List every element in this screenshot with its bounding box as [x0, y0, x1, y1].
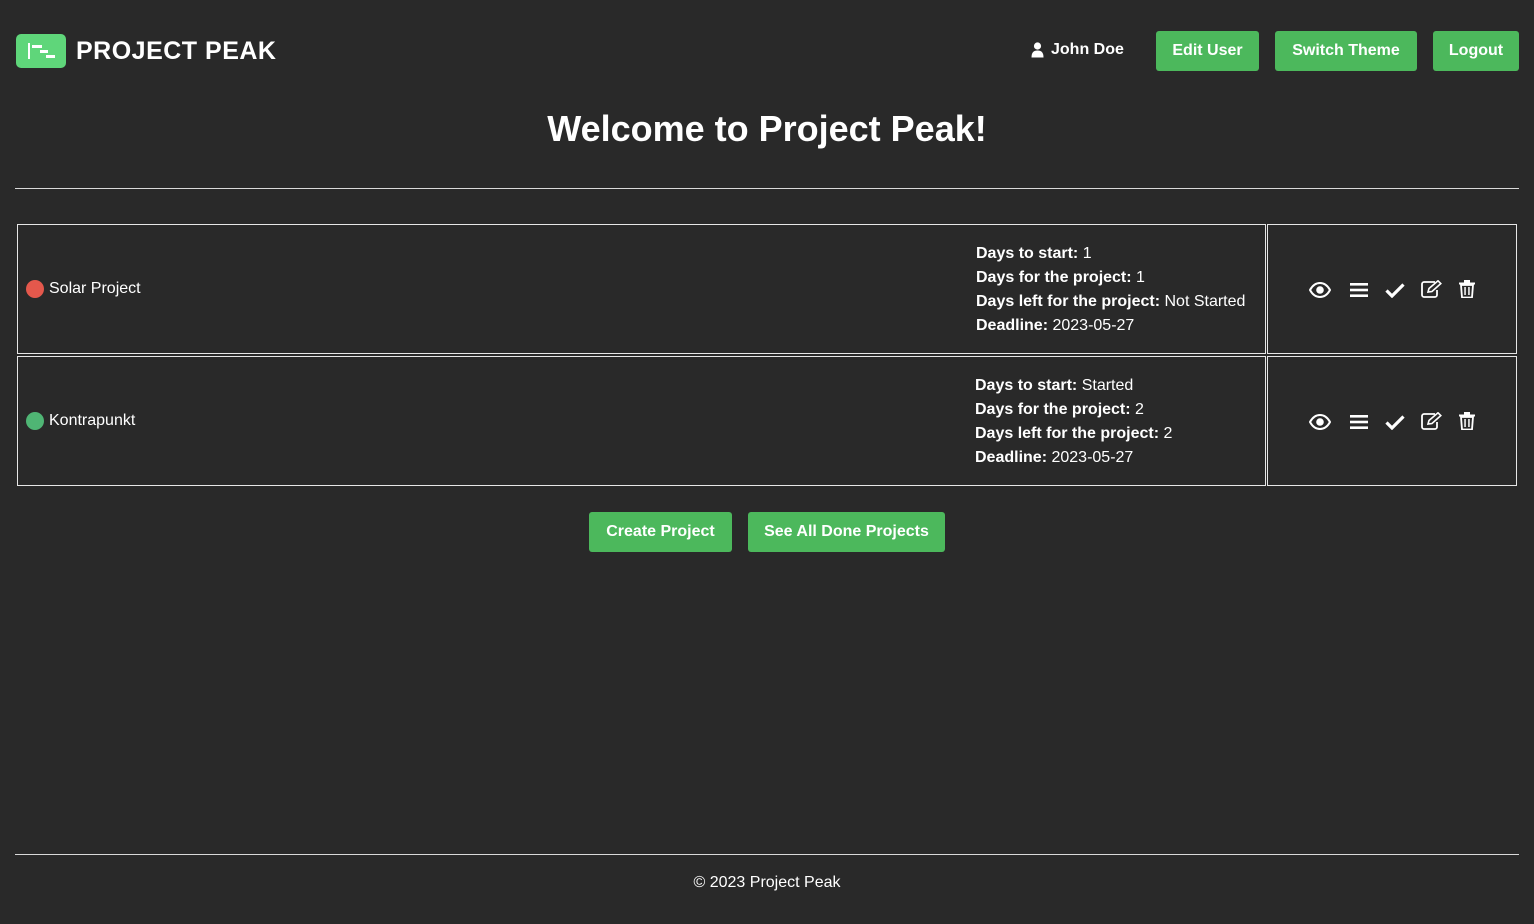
project-name[interactable]: Kontrapunkt — [26, 357, 135, 485]
deadline-value: 2023-05-27 — [1052, 317, 1135, 334]
deadline-value: 2023-05-27 — [1051, 449, 1134, 466]
logout-button[interactable]: Logout — [1433, 31, 1519, 71]
days-for-project: Days for the project: 1 — [976, 266, 1245, 290]
trash-icon[interactable] — [1459, 280, 1475, 298]
eye-icon[interactable] — [1309, 414, 1331, 430]
trash-icon[interactable] — [1459, 412, 1475, 430]
edit-user-button[interactable]: Edit User — [1156, 31, 1259, 71]
days-to-start: Days to start: Started — [975, 374, 1172, 398]
project-details: Days to start: Started Days for the proj… — [975, 374, 1172, 470]
days-left-label: Days left for the project: — [976, 293, 1161, 310]
footer-text: © 2023 Project Peak — [693, 874, 841, 891]
user-display: John Doe — [1031, 41, 1124, 59]
gantt-logo-icon — [16, 34, 66, 68]
days-left-value: 2 — [1163, 425, 1173, 442]
project-name-label: Kontrapunkt — [49, 412, 136, 429]
days-for-project-value: 1 — [1136, 269, 1145, 286]
user-icon — [1031, 42, 1044, 58]
switch-theme-button[interactable]: Switch Theme — [1275, 31, 1417, 71]
check-icon[interactable] — [1385, 414, 1405, 430]
days-to-start-value: 1 — [1082, 245, 1092, 262]
project-name-label: Solar Project — [49, 280, 141, 297]
deadline-label: Deadline: — [976, 317, 1049, 334]
create-project-button[interactable]: Create Project — [589, 512, 732, 552]
project-actions — [1268, 357, 1516, 485]
see-done-projects-button[interactable]: See All Done Projects — [748, 512, 945, 552]
list-icon[interactable] — [1350, 282, 1368, 298]
days-left: Days left for the project: 2 — [975, 422, 1172, 446]
deadline: Deadline: 2023-05-27 — [975, 446, 1172, 470]
days-left: Days left for the project: Not Started — [976, 290, 1245, 314]
days-for-project: Days for the project: 2 — [975, 398, 1172, 422]
project-details: Days to start: 1 Days for the project: 1… — [976, 242, 1245, 338]
days-for-project-label: Days for the project: — [975, 401, 1131, 418]
days-for-project-label: Days for the project: — [976, 269, 1132, 286]
divider — [15, 854, 1519, 855]
days-left-label: Days left for the project: — [975, 425, 1160, 442]
status-dot — [26, 280, 44, 298]
project-info-cell: Solar Project Days to start: 1 Days for … — [17, 224, 1266, 354]
project-info-cell: Kontrapunkt Days to start: Started Days … — [17, 356, 1266, 486]
brand-name: PROJECT PEAK — [76, 36, 277, 65]
project-name[interactable]: Solar Project — [26, 225, 141, 353]
header: PROJECT PEAK John Doe Edit User Switch T… — [0, 0, 1534, 100]
eye-icon[interactable] — [1309, 282, 1331, 298]
check-icon[interactable] — [1385, 282, 1405, 298]
status-dot — [26, 412, 44, 430]
days-to-start-value: Started — [1081, 377, 1134, 394]
list-icon[interactable] — [1350, 414, 1368, 430]
divider — [15, 188, 1519, 189]
project-actions — [1268, 225, 1516, 353]
days-for-project-value: 2 — [1135, 401, 1144, 418]
deadline-label: Deadline: — [975, 449, 1048, 466]
project-actions-cell — [1267, 224, 1517, 354]
edit-icon[interactable] — [1421, 280, 1442, 298]
deadline: Deadline: 2023-05-27 — [976, 314, 1245, 338]
page-title: Welcome to Project Peak! — [547, 108, 987, 149]
user-name: John Doe — [1051, 41, 1124, 58]
days-left-value: Not Started — [1164, 293, 1246, 310]
project-actions-cell — [1267, 356, 1517, 486]
days-to-start-label: Days to start: — [975, 377, 1078, 394]
days-to-start: Days to start: 1 — [976, 242, 1245, 266]
days-to-start-label: Days to start: — [976, 245, 1079, 262]
logo[interactable]: PROJECT PEAK — [16, 34, 276, 68]
edit-icon[interactable] — [1421, 412, 1442, 430]
